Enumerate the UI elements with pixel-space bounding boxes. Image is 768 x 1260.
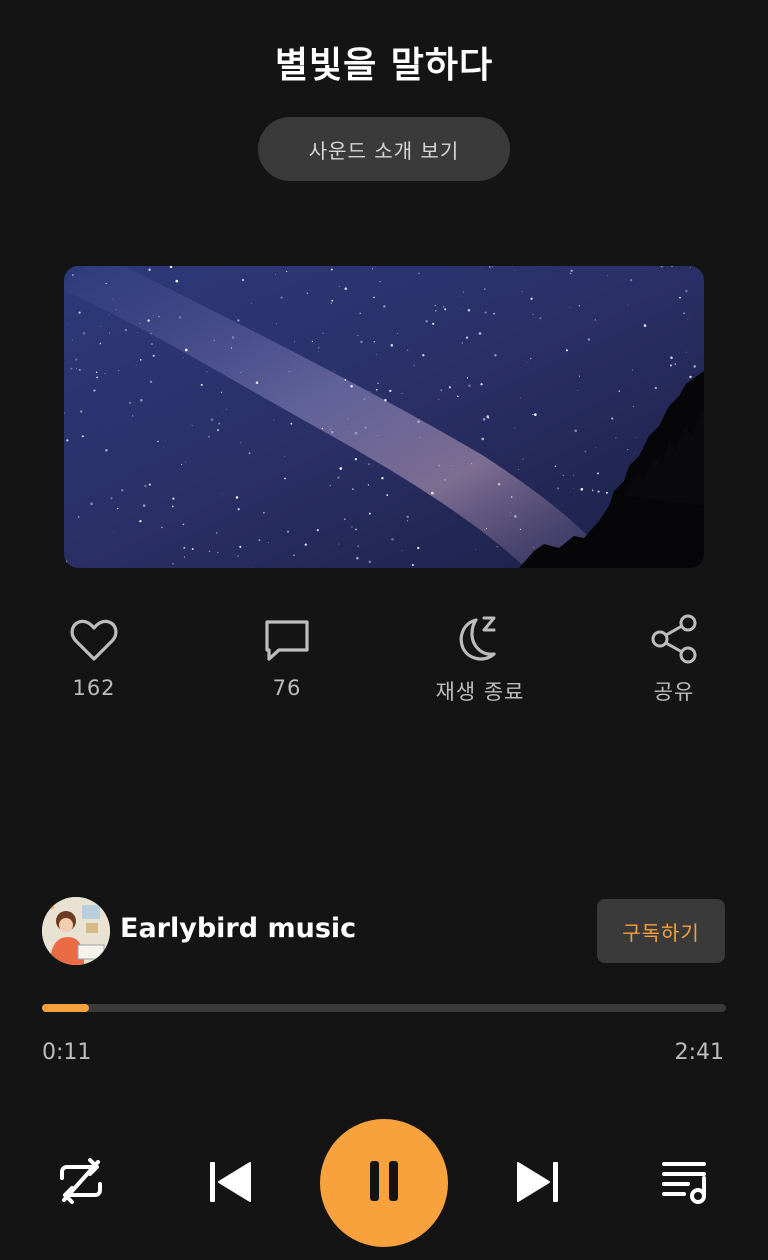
previous-button[interactable] [204, 1158, 256, 1210]
album-artwork [64, 266, 704, 568]
repeat-off-icon [52, 1152, 110, 1214]
channel-row: Earlybird music 구독하기 [40, 896, 728, 966]
channel-name[interactable]: Earlybird music [120, 913, 356, 944]
total-time: 2:41 [674, 1040, 724, 1065]
progress-bar[interactable] [42, 1004, 726, 1012]
track-title: 별빛을 말하다 [274, 45, 494, 86]
repeat-button[interactable] [52, 1154, 110, 1212]
pause-icon [364, 1157, 404, 1209]
channel-avatar[interactable] [42, 897, 110, 965]
skip-previous-icon [204, 1156, 256, 1212]
heart-icon [14, 612, 174, 668]
comment-button[interactable]: 76 [207, 612, 367, 700]
current-time: 0:11 [42, 1040, 92, 1065]
sleep-timer-button[interactable]: 재생 종료 [400, 612, 560, 706]
next-button[interactable] [512, 1158, 564, 1210]
subscribe-button[interactable]: 구독하기 [597, 899, 725, 963]
like-count: 162 [72, 676, 116, 700]
share-icon [594, 612, 754, 668]
sleep-timer-label: 재생 종료 [435, 680, 525, 704]
share-button[interactable]: 공유 [594, 612, 754, 706]
action-bar: 162 76 재생 종료 공유 [0, 612, 768, 722]
share-label: 공유 [653, 680, 695, 704]
sound-intro-button[interactable]: 사운드 소개 보기 [258, 117, 510, 181]
progress-fill [42, 1004, 89, 1012]
playlist-icon [658, 1154, 714, 1214]
skip-next-icon [512, 1156, 564, 1212]
play-pause-button[interactable] [320, 1119, 448, 1247]
comment-icon [207, 612, 367, 668]
like-button[interactable]: 162 [14, 612, 174, 700]
comment-count: 76 [272, 676, 302, 700]
playlist-button[interactable] [658, 1156, 714, 1212]
playback-controls [0, 1118, 768, 1248]
moon-sleep-icon [400, 612, 560, 668]
